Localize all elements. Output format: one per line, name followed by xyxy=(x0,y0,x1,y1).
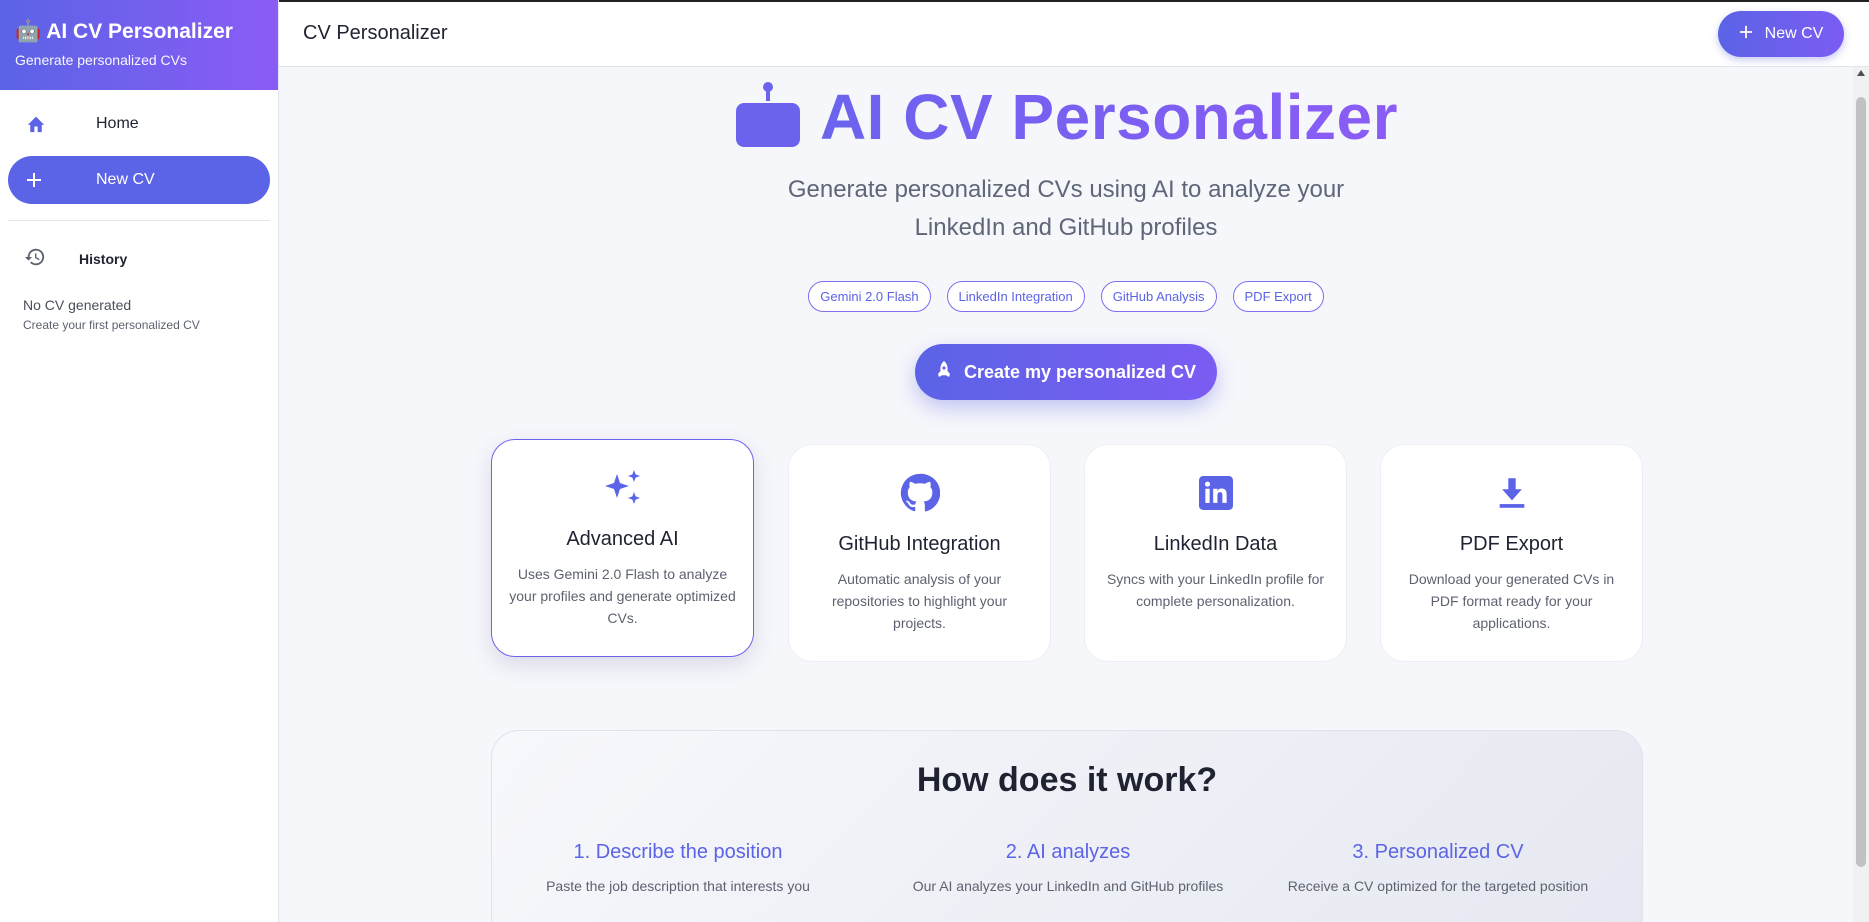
top-bar: CV Personalizer New CV xyxy=(279,0,1869,67)
feature-card-title: GitHub Integration xyxy=(838,533,1001,555)
brand-header: 🤖 AI CV Personalizer Generate personaliz… xyxy=(0,0,278,90)
feature-card-description: Syncs with your LinkedIn profile for com… xyxy=(1106,571,1325,609)
step-description: Receive a CV optimized for the targeted … xyxy=(1287,878,1589,894)
chip-pdf: PDF Export xyxy=(1232,281,1324,312)
sidebar-item-label: Home xyxy=(96,115,139,132)
create-cv-button-label: Create my personalized CV xyxy=(963,361,1197,382)
feature-cards: Advanced AI Uses Gemini 2.0 Flash to ana… xyxy=(491,439,1643,664)
how-it-works-panel: How does it work? 1. Describe the positi… xyxy=(491,730,1643,922)
download-icon xyxy=(1381,471,1642,515)
rocket-icon xyxy=(936,360,952,384)
step-1: 1. Describe the position Paste the job d… xyxy=(498,841,858,894)
sidebar-divider xyxy=(8,220,270,221)
feature-card-description: Uses Gemini 2.0 Flash to analyze your pr… xyxy=(509,566,736,626)
step-2: 2. AI analyzes Our AI analyzes your Link… xyxy=(888,841,1248,894)
feature-card-advanced-ai[interactable]: Advanced AI Uses Gemini 2.0 Flash to ana… xyxy=(491,439,754,657)
vertical-scrollbar[interactable] xyxy=(1853,67,1869,922)
empty-history-title: No CV generated xyxy=(23,297,132,313)
chip-github: GitHub Analysis xyxy=(1100,281,1217,312)
sidebar-item-label: New CV xyxy=(96,171,155,188)
step-description: Paste the job description that interests… xyxy=(546,878,810,894)
new-cv-button-label: New CV xyxy=(1764,25,1824,42)
linkedin-icon xyxy=(1085,471,1346,515)
step-title: 2. AI analyzes xyxy=(1005,841,1131,863)
sparkles-icon xyxy=(492,466,753,510)
feature-chips: Gemini 2.0 Flash LinkedIn Integration Gi… xyxy=(279,281,1853,312)
step-title: 1. Describe the position xyxy=(573,841,783,863)
page-title: CV Personalizer xyxy=(303,22,448,44)
feature-card-title: PDF Export xyxy=(1459,533,1564,555)
hero-title: AI CV Personalizer xyxy=(279,80,1853,154)
history-label: History xyxy=(79,251,128,267)
feature-card-title: Advanced AI xyxy=(566,528,679,550)
step-3: 3. Personalized CV Receive a CV optimize… xyxy=(1258,841,1618,894)
feature-card-description: Download your generated CVs in PDF forma… xyxy=(1408,571,1615,631)
chip-linkedin: LinkedIn Integration xyxy=(946,281,1085,312)
sidebar: 🤖 AI CV Personalizer Generate personaliz… xyxy=(0,0,279,922)
sidebar-item-new-cv[interactable]: New CV xyxy=(8,156,270,204)
scroll-up-arrow-icon[interactable] xyxy=(1857,70,1865,76)
create-cv-button[interactable]: Create my personalized CV xyxy=(915,344,1217,400)
home-icon xyxy=(26,112,60,136)
feature-card-pdf-export[interactable]: PDF Export Download your generated CVs i… xyxy=(1380,444,1643,662)
github-icon xyxy=(789,471,1050,515)
feature-card-title: LinkedIn Data xyxy=(1153,533,1278,555)
step-description: Our AI analyzes your LinkedIn and GitHub… xyxy=(912,878,1224,894)
hero-title-text: AI CV Personalizer xyxy=(819,81,1399,153)
sidebar-item-home[interactable]: Home xyxy=(8,100,270,148)
scroll-thumb[interactable] xyxy=(1856,97,1866,867)
app-title: 🤖 AI CV Personalizer xyxy=(15,20,233,43)
hero-subtitle: Generate personalized CVs using AI to an… xyxy=(279,171,1853,247)
history-icon xyxy=(24,246,46,273)
empty-history-subtitle: Create your first personalized CV xyxy=(23,318,200,332)
new-cv-button[interactable]: New CV xyxy=(1718,11,1844,57)
plus-icon xyxy=(26,168,60,192)
feature-card-linkedin[interactable]: LinkedIn Data Syncs with your LinkedIn p… xyxy=(1084,444,1347,662)
plus-icon xyxy=(1739,25,1753,44)
step-title: 3. Personalized CV xyxy=(1352,841,1524,863)
main-content: AI CV Personalizer Generate personalized… xyxy=(279,67,1853,922)
hero-subtitle-line-2: LinkedIn and GitHub profiles xyxy=(914,214,1218,241)
hero-subtitle-line-1: Generate personalized CVs using AI to an… xyxy=(787,176,1345,203)
how-it-works-title: How does it work? xyxy=(916,761,1218,799)
chip-gemini: Gemini 2.0 Flash xyxy=(808,281,931,312)
history-header: History xyxy=(0,247,278,271)
robot-icon xyxy=(734,81,802,154)
feature-card-description: Automatic analysis of your repositories … xyxy=(831,571,1008,631)
app-subtitle: Generate personalized CVs xyxy=(15,52,187,68)
feature-card-github[interactable]: GitHub Integration Automatic analysis of… xyxy=(788,444,1051,662)
